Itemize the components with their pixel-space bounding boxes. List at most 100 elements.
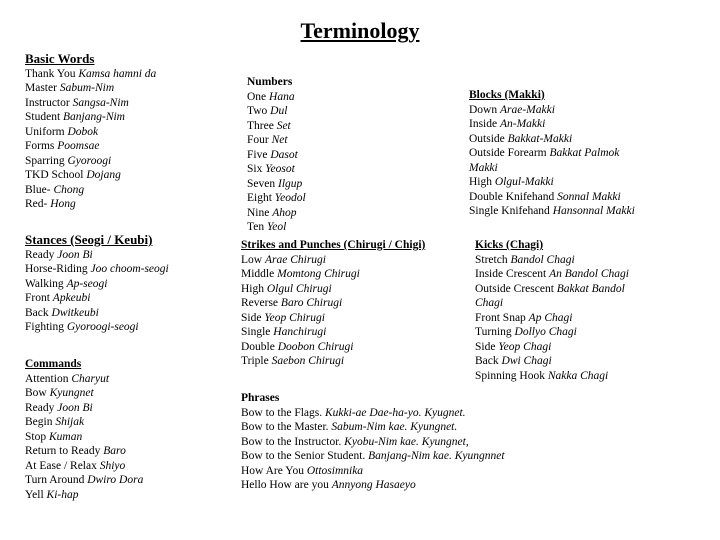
term-entry: Double Knifehand Sonnal Makki [469, 190, 635, 205]
english-term: High [241, 282, 264, 295]
korean-term: Hanchirugi [273, 326, 327, 338]
term-entry: Five Dasot [247, 148, 306, 163]
english-term: Low [241, 253, 263, 266]
english-term: Outside [469, 132, 505, 145]
korean-term: Dasot [270, 148, 298, 161]
korean-term: Poomsae [57, 140, 100, 152]
term-entry: Ready Joon Bi [25, 401, 143, 416]
term-entry: Forms Poomsae [25, 139, 156, 154]
section-strikes: Strikes and Punches (Chirugi / Chigi) Low… [241, 238, 425, 369]
english-term: Turn Around [25, 474, 85, 486]
english-term: Inside [469, 118, 498, 130]
korean-term: Saebon Chirugi [271, 355, 345, 367]
english-term: Eight [247, 192, 272, 204]
section-heading: Kicks (Chagi) [475, 239, 544, 251]
term-entry: Reverse Baro Chirugi [241, 296, 425, 311]
term-entry: Bow to the Master. Sabum-Nim kae. Kyungn… [241, 420, 505, 435]
korean-term: Olgul Chirugi [266, 282, 332, 295]
term-entry: Stretch Bandol Chagi [475, 253, 629, 268]
korean-term: Set [276, 119, 291, 132]
korean-term: Kyungnet [49, 387, 94, 399]
english-term: Down [469, 103, 498, 116]
term-entry: Instructor Sangsa-Nim [25, 96, 156, 111]
korean-term: Nakka Chagi [547, 369, 609, 382]
english-term: Back [25, 306, 49, 319]
term-entry: Outside Bakkat-Makki [469, 132, 635, 147]
term-entry: Eight Yeodol [247, 191, 306, 206]
term-entry: Four Net [247, 133, 306, 148]
korean-term: Arae Chirugi [264, 253, 326, 266]
korean-term: Yeol [266, 221, 287, 233]
english-term: At Ease / Relax [25, 459, 97, 472]
english-term: Seven [247, 177, 276, 190]
term-entry: Middle Momtong Chirugi [241, 267, 425, 282]
term-entry: Turning Dollyo Chagi [475, 325, 629, 340]
english-term: Turning [475, 326, 512, 338]
korean-term: Joo choom-seogi [90, 263, 169, 275]
english-term: Reverse [241, 297, 279, 309]
term-entry: Horse-Riding Joo choom-seogi [25, 262, 169, 277]
korean-term: Bakkat-Makki [507, 132, 573, 145]
english-term: Master [25, 82, 57, 94]
korean-term: Net [271, 134, 288, 146]
english-term: Yell [25, 488, 44, 501]
english-term: Bow to the Instructor. [241, 435, 342, 448]
korean-term: Shijak [55, 416, 85, 428]
term-entry: Walking Ap-seogi [25, 277, 169, 292]
english-term: Thank You [25, 67, 76, 80]
korean-term: Sangsa-Nim [72, 96, 129, 109]
term-entry: Nine Ahop [247, 206, 306, 221]
term-entry: Bow to the Instructor. Kyobu-Nim kae. Ky… [241, 435, 505, 450]
term-entry: Single Knifehand Hansonnal Makki [469, 204, 635, 219]
term-entry: Ready Joon Bi [25, 248, 169, 263]
korean-term: Olgul-Makki [494, 176, 554, 188]
term-entry: Three Set [247, 119, 306, 134]
english-term: Ready [25, 401, 55, 414]
term-entry: Hello How are you Annyong Hasaeyo [241, 478, 505, 493]
term-entry: Spinning Hook Nakka Chagi [475, 369, 629, 384]
term-entry: Side Yeop Chagi [475, 340, 629, 355]
korean-term: Shiyo [99, 459, 126, 472]
english-term: Ten [247, 221, 265, 233]
term-entry: Return to Ready Baro [25, 444, 143, 459]
korean-term: Kyobu-Nim kae. Kyungnet, [344, 435, 469, 448]
korean-term: Dojang [86, 169, 121, 181]
term-entry: Thank You Kamsa hamni da [25, 67, 156, 82]
term-entry: Ten Yeol [247, 220, 306, 235]
korean-term: Sabum-Nim [59, 82, 115, 94]
korean-term: Hong [50, 198, 76, 210]
english-term: Two [247, 105, 268, 117]
term-entry: Student Banjang-Nim [25, 110, 156, 125]
english-term: Bow [25, 387, 47, 399]
korean-term: An-Makki [499, 118, 546, 130]
term-entry: Front Snap Ap Chagi [475, 311, 629, 326]
section-heading: Basic Words [25, 51, 95, 66]
term-entry: Front Apkeubi [25, 291, 169, 306]
english-term: Side [475, 340, 496, 353]
korean-term: Ki-hap [46, 488, 79, 501]
term-entry: Low Arae Chirugi [241, 253, 425, 268]
english-term: How Are You [241, 464, 304, 477]
section-commands: Commands Attention Charyut Bow Kyungnet Rea… [25, 357, 143, 502]
term-entry: Single Hanchirugi [241, 325, 425, 340]
english-term: Outside Crescent [475, 282, 554, 295]
term-entry: Six Yeosot [247, 162, 306, 177]
korean-term: Makki [469, 161, 498, 174]
english-term: Inside Crescent [475, 268, 547, 280]
term-entry: Outside Forearm Bakkat Palmok [469, 146, 635, 161]
english-term: Bow to the Flags. [241, 406, 323, 419]
korean-term: Bandol Chagi [510, 253, 575, 266]
korean-term: Dwi Chagi [501, 355, 552, 367]
korean-term: Apkeubi [52, 292, 91, 304]
term-entry: Triple Saebon Chirugi [241, 354, 425, 369]
english-term: Hello How are you [241, 479, 332, 491]
section-heading: Strikes and Punches (Chirugi / Chigi) [241, 239, 426, 251]
term-entry: Inside Crescent An Bandol Chagi [475, 267, 629, 282]
korean-term: Dul [270, 105, 288, 117]
english-term: Instructor [25, 96, 70, 109]
term-entry: High Olgul Chirugi [241, 282, 425, 297]
section-kicks: Kicks (Chagi) Stretch Bandol Chagi Inside … [475, 238, 629, 383]
term-entry: Bow to the Flags. Kukki-ae Dae-ha-yo. Ky… [241, 406, 505, 421]
term-entry: Begin Shijak [25, 415, 143, 430]
term-entry: Two Dul [247, 104, 306, 119]
